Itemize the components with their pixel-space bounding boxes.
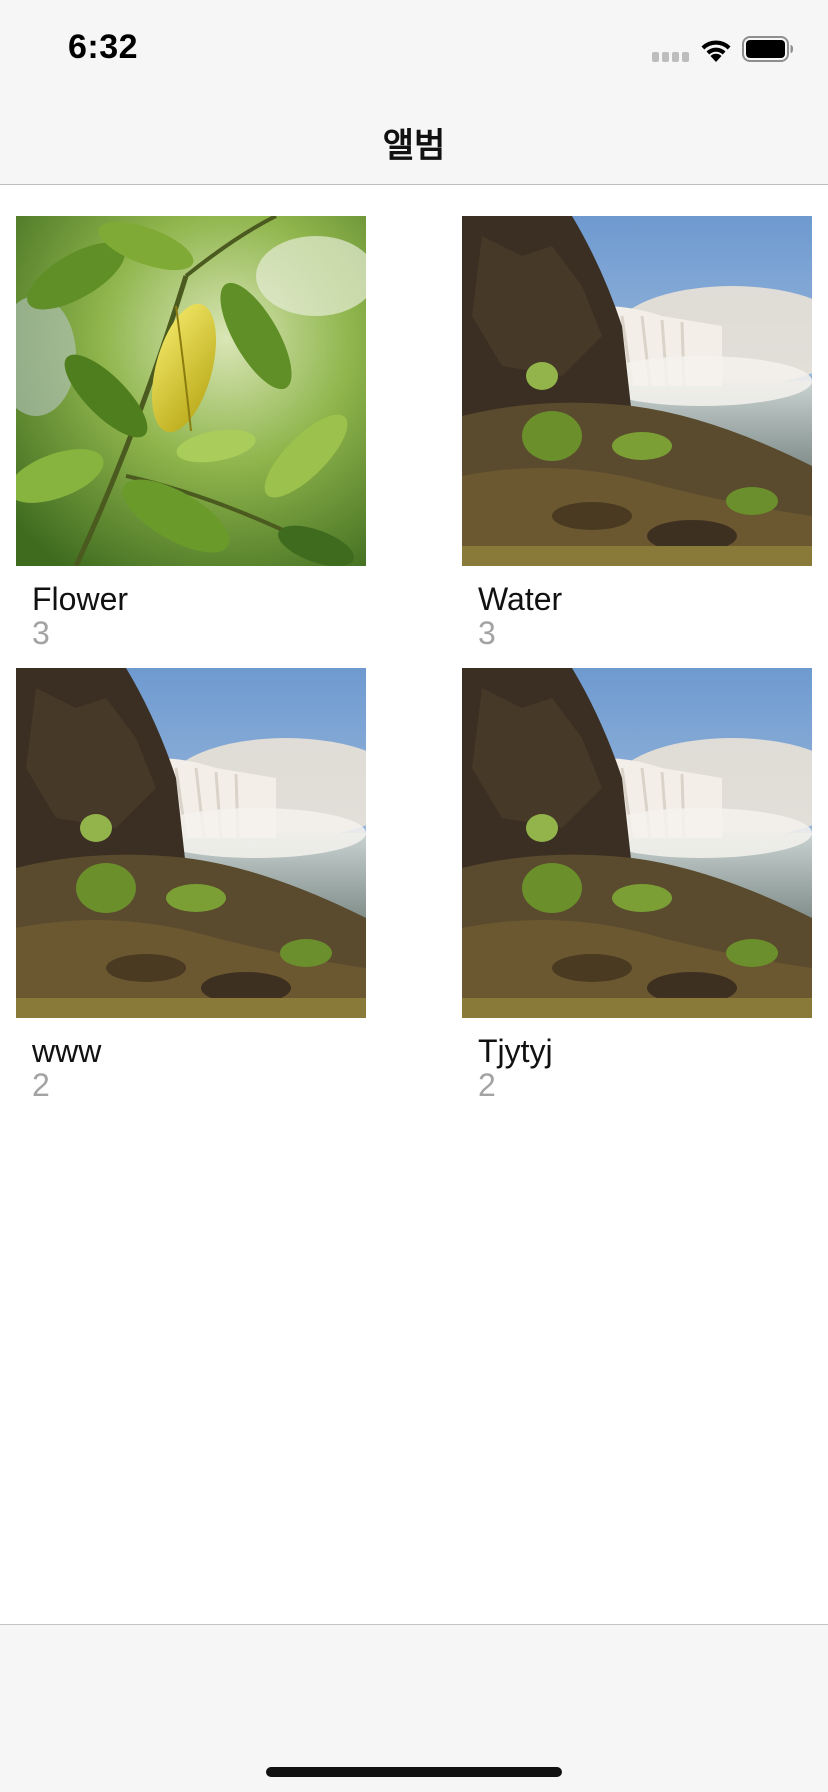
- album-cell-www[interactable]: www 2: [16, 668, 366, 1102]
- album-thumbnail-leaves[interactable]: [16, 216, 366, 566]
- album-photo-count: 2: [32, 1067, 50, 1103]
- page-title: 앨범: [382, 127, 446, 165]
- album-title: Tjytyj: [478, 1033, 553, 1069]
- status-time: 6:32: [68, 28, 139, 66]
- album-photo-count: 3: [478, 615, 496, 651]
- album-cell-water[interactable]: Water 3: [462, 216, 812, 650]
- album-cell-flower[interactable]: Flower 3: [16, 216, 366, 650]
- album-title: Water: [478, 581, 563, 617]
- navigation-bar: 앨범: [0, 100, 828, 185]
- status-bar: 6:32: [0, 0, 828, 100]
- album-cell-tjytyj[interactable]: Tjytyj 2: [462, 668, 812, 1102]
- album-thumbnail-waterfall[interactable]: [16, 668, 366, 1018]
- album-list-screen: 6:32 앨범 Flower 3 Water 3 www 2 Tjytyj 2: [0, 0, 828, 1792]
- album-title: Flower: [32, 581, 129, 617]
- battery-icon: [742, 36, 794, 62]
- album-photo-count: 3: [32, 615, 50, 651]
- album-thumbnail-waterfall[interactable]: [462, 668, 812, 1018]
- album-title: www: [32, 1033, 102, 1069]
- wifi-icon: [698, 36, 734, 64]
- album-photo-count: 2: [478, 1067, 496, 1103]
- home-indicator[interactable]: [266, 1767, 562, 1777]
- cellular-signal-icon: [652, 52, 690, 62]
- album-thumbnail-waterfall[interactable]: [462, 216, 812, 566]
- bottom-toolbar: [0, 1624, 828, 1792]
